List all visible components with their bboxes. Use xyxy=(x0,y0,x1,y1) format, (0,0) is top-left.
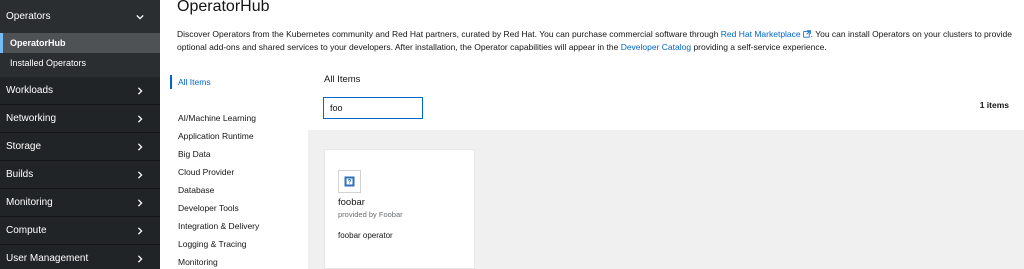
operator-description: foobar operator xyxy=(338,231,393,240)
category-integration-delivery[interactable]: Integration & Delivery xyxy=(178,217,259,235)
catalog-toolbar: All Items 1 items xyxy=(308,65,1024,130)
catalog-items-area: All Items 1 items foobar provided by Foo… xyxy=(308,65,1024,269)
sidebar-group-workloads[interactable]: Workloads xyxy=(0,77,160,105)
operator-placeholder-glyph xyxy=(344,176,355,187)
category-developer-tools[interactable]: Developer Tools xyxy=(178,199,259,217)
sidebar-group-builds[interactable]: Builds xyxy=(0,161,160,189)
chevron-right-icon xyxy=(137,226,143,235)
sidebar-group-label: Networking xyxy=(6,113,57,124)
external-link-icon xyxy=(802,30,811,38)
category-all-items[interactable]: All Items xyxy=(170,75,211,89)
chevron-right-icon xyxy=(137,170,143,179)
sidebar-group-monitoring[interactable]: Monitoring xyxy=(0,189,160,217)
red-hat-marketplace-link-label: Red Hat Marketplace xyxy=(720,29,801,39)
filter-by-keyword-input[interactable] xyxy=(323,97,423,119)
red-hat-marketplace-link[interactable]: Red Hat Marketplace xyxy=(721,29,811,39)
category-list: AI/Machine Learning Application Runtime … xyxy=(178,109,259,269)
sidebar-group-label: User Management xyxy=(6,253,89,264)
category-monitoring[interactable]: Monitoring xyxy=(178,253,259,269)
category-big-data[interactable]: Big Data xyxy=(178,145,259,163)
sidebar-group-networking[interactable]: Networking xyxy=(0,105,160,133)
chevron-right-icon xyxy=(137,254,143,263)
chevron-right-icon xyxy=(137,142,143,151)
category-logging-tracing[interactable]: Logging & Tracing xyxy=(178,235,259,253)
operator-tile-foobar[interactable]: foobar provided by Foobar foobar operato… xyxy=(324,149,475,269)
chevron-down-icon xyxy=(136,14,144,20)
sidebar-group-compute[interactable]: Compute xyxy=(0,217,160,245)
operator-placeholder-icon xyxy=(338,170,361,193)
sidebar-group-label: Monitoring xyxy=(6,197,53,208)
chevron-right-icon xyxy=(137,198,143,207)
catalog-heading: All Items xyxy=(324,74,361,85)
sidebar-item-installed-operators[interactable]: Installed Operators xyxy=(0,53,160,73)
chevron-right-icon xyxy=(137,114,143,123)
category-filter-list: All Items AI/Machine Learning Applicatio… xyxy=(160,65,308,269)
sidebar-group-label: Storage xyxy=(6,141,42,152)
operator-provider: provided by Foobar xyxy=(338,210,403,219)
category-cloud-provider[interactable]: Cloud Provider xyxy=(178,163,259,181)
developer-catalog-link[interactable]: Developer Catalog xyxy=(621,42,691,52)
operatorhub-catalog: All Items AI/Machine Learning Applicatio… xyxy=(160,65,1024,269)
operator-name: foobar xyxy=(338,197,365,208)
category-application-runtime[interactable]: Application Runtime xyxy=(178,127,259,145)
chevron-right-icon xyxy=(137,86,143,95)
sidebar-group-label: Builds xyxy=(6,169,34,180)
category-database[interactable]: Database xyxy=(178,181,259,199)
items-count: 1 items xyxy=(979,100,1009,110)
sidebar-group-label: Operators xyxy=(6,11,51,22)
sidebar-group-label: Compute xyxy=(6,225,47,236)
page-description: Discover Operators from the Kubernetes c… xyxy=(177,28,1017,54)
intro-text-3: providing a self-service experience. xyxy=(691,42,827,52)
sidebar-nav: Operators OperatorHub Installed Operator… xyxy=(0,0,160,269)
sidebar-item-label: OperatorHub xyxy=(10,38,66,48)
sidebar-subnav-operators: OperatorHub Installed Operators xyxy=(0,33,160,77)
main-content: OperatorHub Discover Operators from the … xyxy=(160,0,1024,269)
sidebar-item-operatorhub[interactable]: OperatorHub xyxy=(0,33,160,53)
sidebar-group-storage[interactable]: Storage xyxy=(0,133,160,161)
page-title: OperatorHub xyxy=(177,0,270,15)
sidebar-group-operators[interactable]: Operators xyxy=(0,0,160,33)
sidebar-group-user-management[interactable]: User Management xyxy=(0,245,160,269)
sidebar-group-label: Workloads xyxy=(6,85,54,96)
intro-text-1: Discover Operators from the Kubernetes c… xyxy=(177,29,721,39)
category-ai-machine-learning[interactable]: AI/Machine Learning xyxy=(178,109,259,127)
sidebar-item-label: Installed Operators xyxy=(10,58,87,68)
